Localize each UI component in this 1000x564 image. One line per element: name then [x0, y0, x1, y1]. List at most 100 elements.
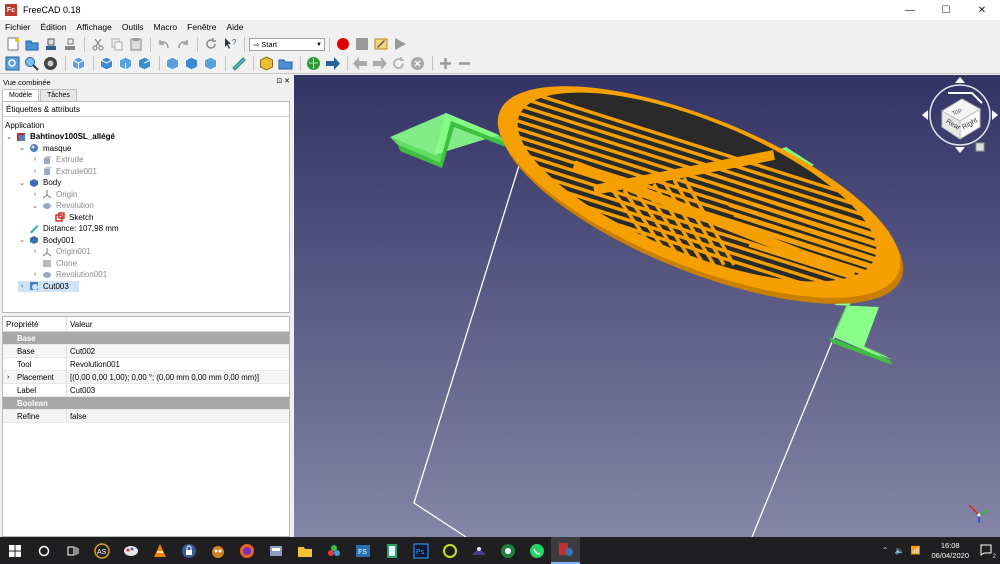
notification-center-icon[interactable]: 2 [980, 544, 996, 560]
firefox-icon[interactable] [232, 537, 261, 564]
tree-item-body[interactable]: ⌄ Body [18, 177, 61, 189]
save-icon[interactable] [42, 36, 59, 53]
chevron-right-icon[interactable]: › [7, 374, 9, 381]
tree-item-distance[interactable]: Distance: 107,98 mm [18, 223, 119, 235]
property-row-label[interactable]: Label Cut003 [3, 384, 289, 397]
stop-macro-icon[interactable] [353, 36, 370, 53]
vlc-icon[interactable] [145, 537, 174, 564]
tree-item-sketch[interactable]: Sketch [44, 212, 93, 224]
paste-icon[interactable] [127, 36, 144, 53]
cut-icon[interactable] [89, 36, 106, 53]
asi-app-icon[interactable]: AS [87, 537, 116, 564]
clock[interactable]: 16:08 06/04/2020 [931, 541, 969, 561]
navigation-cube[interactable]: Rear Right Top [922, 77, 998, 153]
tree-item-extrude001[interactable]: › Extrude001 [31, 166, 97, 178]
chevron-right-icon[interactable]: › [31, 156, 39, 163]
green-app-icon[interactable] [493, 537, 522, 564]
top-view-icon[interactable] [117, 55, 134, 72]
volume-icon[interactable]: 🔈 [895, 546, 905, 555]
green-zigzag-left[interactable] [390, 113, 506, 168]
tab-taches[interactable]: Tâches [39, 89, 77, 101]
workbench-selector[interactable]: ⇒ Start ▼ [249, 37, 325, 51]
tree-item-extrude[interactable]: › Extrude [31, 154, 84, 166]
property-row-placement[interactable]: › Placement [(0,00 0,00 1,00); 0,00 °; (0… [3, 371, 289, 384]
open-folder-icon[interactable] [23, 36, 40, 53]
right-view-icon[interactable] [136, 55, 153, 72]
fit-all-icon[interactable] [4, 55, 21, 72]
property-value[interactable]: Cut003 [67, 384, 289, 396]
gimp-icon[interactable] [203, 537, 232, 564]
stop-icon[interactable] [409, 55, 426, 72]
bottom-view-icon[interactable] [183, 55, 200, 72]
property-value[interactable]: Revolution001 [67, 358, 289, 370]
chevron-down-icon[interactable]: ⌄ [5, 133, 13, 141]
menu-fenetre[interactable]: Fenêtre [182, 22, 221, 32]
next-arrow-icon[interactable] [371, 55, 388, 72]
tree-item-origin[interactable]: › Origin [31, 189, 78, 201]
menu-fichier[interactable]: Fichier [0, 22, 36, 32]
tree-item-revolution001[interactable]: › Revolution001 [31, 269, 107, 281]
file-server-icon[interactable] [261, 537, 290, 564]
3d-viewport[interactable]: Rear Right Top [294, 75, 1000, 537]
photoshop-icon[interactable]: Ps [406, 537, 435, 564]
property-value[interactable]: Cut002 [67, 345, 289, 357]
paint-app-icon[interactable] [116, 537, 145, 564]
fs-app-icon[interactable]: FS [348, 537, 377, 564]
front-view-icon[interactable] [98, 55, 115, 72]
chevron-right-icon[interactable]: › [18, 283, 26, 290]
notes-app-icon[interactable] [377, 537, 406, 564]
menu-outils[interactable]: Outils [117, 22, 149, 32]
3d-scene[interactable]: Rear Right Top [294, 75, 1000, 537]
file-explorer-icon[interactable] [290, 537, 319, 564]
rear-view-icon[interactable] [164, 55, 181, 72]
chevron-down-icon[interactable]: ⌄ [18, 144, 26, 152]
windows-start-icon[interactable] [0, 537, 29, 564]
reload-icon[interactable] [390, 55, 407, 72]
go-forward-arrow-icon[interactable] [324, 55, 341, 72]
vpn-lock-icon[interactable] [174, 537, 203, 564]
copy-icon[interactable] [108, 36, 125, 53]
chevron-up-icon[interactable]: ⌃ [882, 546, 889, 555]
create-part-icon[interactable] [258, 55, 275, 72]
whats-this-icon[interactable]: ? [221, 36, 238, 53]
zoom-out-icon[interactable] [456, 55, 473, 72]
close-button[interactable]: ✕ [964, 0, 1000, 20]
search-circle-icon[interactable] [29, 537, 58, 564]
tree-item-origin001[interactable]: › Origin001 [31, 246, 91, 258]
tree-item-document[interactable]: ⌄ Bahtinov100SL_allégé [5, 131, 115, 143]
whatsapp-icon[interactable] [522, 537, 551, 564]
spiral-app-icon[interactable] [435, 537, 464, 564]
isometric-view-icon[interactable] [70, 55, 87, 72]
chevron-down-icon[interactable]: ⌄ [18, 179, 26, 187]
edit-macro-icon[interactable] [372, 36, 389, 53]
freecad-taskbar-icon[interactable] [551, 537, 580, 564]
new-document-icon[interactable] [4, 36, 21, 53]
chevron-right-icon[interactable]: › [31, 248, 39, 255]
task-view-icon[interactable] [58, 537, 87, 564]
chevron-down-icon[interactable]: ⌄ [18, 236, 26, 244]
left-view-icon[interactable] [202, 55, 219, 72]
chevron-right-icon[interactable]: › [31, 271, 39, 278]
chevron-right-icon[interactable]: › [31, 168, 39, 175]
save-as-icon[interactable] [61, 36, 78, 53]
redo-icon[interactable] [174, 36, 191, 53]
fit-selection-icon[interactable] [23, 55, 40, 72]
menu-aide[interactable]: Aide [221, 22, 248, 32]
create-group-icon[interactable] [277, 55, 294, 72]
web-start-icon[interactable] [305, 55, 322, 72]
tree-item-clone[interactable]: Clone [31, 258, 77, 270]
back-arrow-icon[interactable] [352, 55, 369, 72]
property-row-refine[interactable]: Refine false [3, 410, 289, 423]
property-row-tool[interactable]: Tool Revolution001 [3, 358, 289, 371]
davinci-icon[interactable] [319, 537, 348, 564]
property-value[interactable]: false [67, 410, 289, 422]
zoom-in-icon[interactable] [437, 55, 454, 72]
chevron-right-icon[interactable]: › [31, 191, 39, 198]
panel-float-close-buttons[interactable]: ⊡ ✕ [276, 77, 290, 85]
maximize-button[interactable]: ☐ [928, 0, 964, 20]
minimize-button[interactable]: — [892, 0, 928, 20]
tree-item-body001[interactable]: ⌄ Body001 [18, 235, 75, 247]
menu-macro[interactable]: Macro [149, 22, 183, 32]
property-value[interactable]: [(0,00 0,00 1,00); 0,00 °; (0,00 mm 0,00… [67, 371, 289, 383]
record-macro-icon[interactable] [334, 36, 351, 53]
